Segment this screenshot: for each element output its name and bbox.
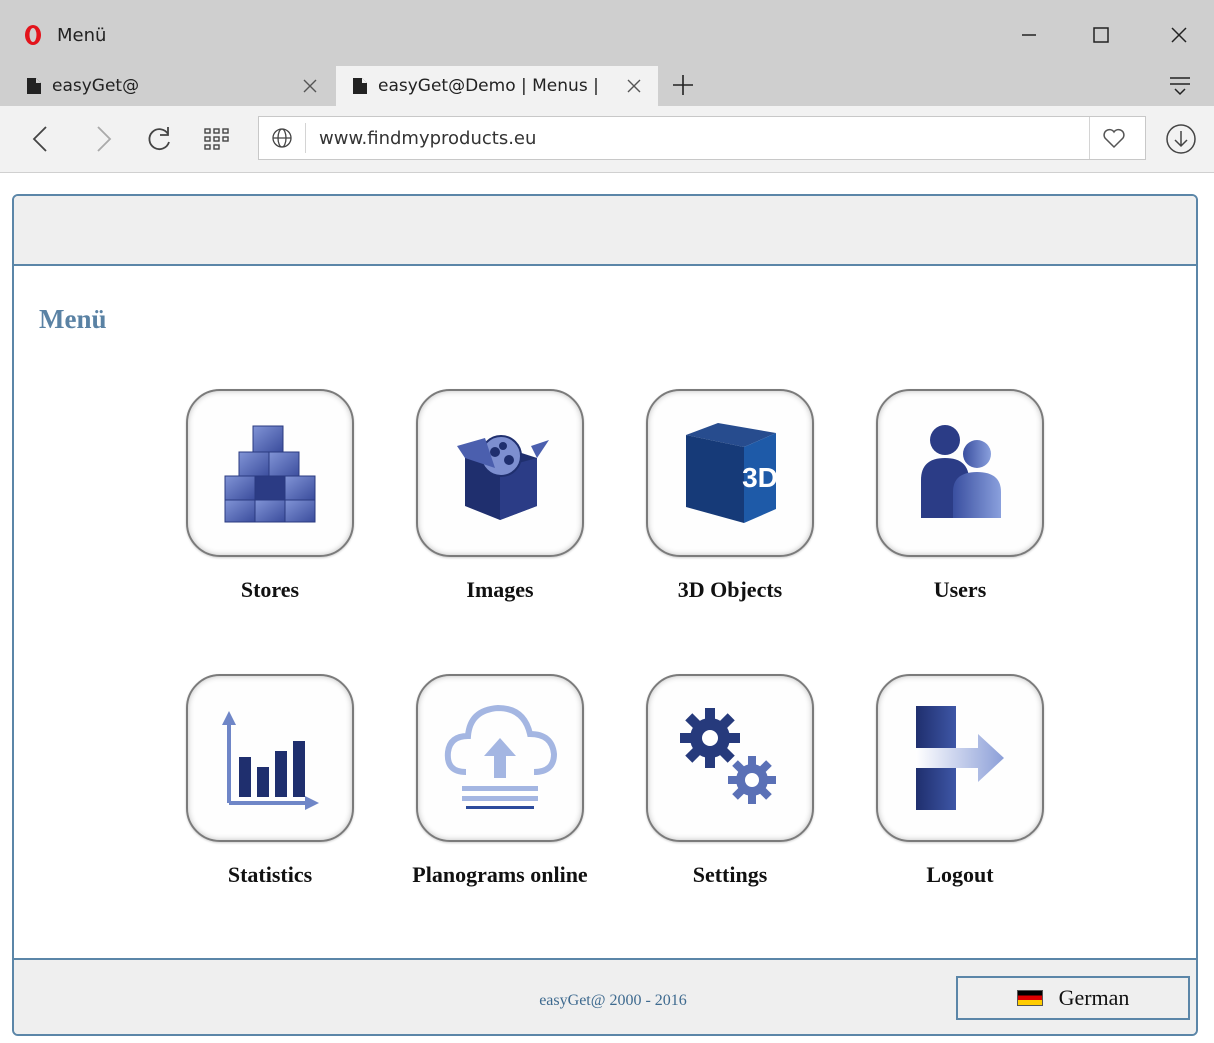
3d-text: 3D xyxy=(742,462,778,493)
logout-arrow-icon xyxy=(916,706,1004,810)
stores-boxes-icon xyxy=(224,425,316,523)
opera-logo-icon[interactable] xyxy=(24,24,42,46)
cloud-upload-icon xyxy=(444,704,558,809)
minimize-icon xyxy=(1022,34,1036,36)
maximize-button[interactable] xyxy=(1086,20,1116,50)
maximize-icon xyxy=(1093,27,1109,43)
tab-bar: easyGet@ easyGet@Demo | Menus | xyxy=(0,58,1214,106)
navigation-bar: www.findmyproducts.eu xyxy=(0,106,1214,173)
new-tab-plus-icon[interactable] xyxy=(670,72,696,98)
page-footer: easyGet@ 2000 - 2016 German xyxy=(14,958,1196,1034)
stores-tile[interactable] xyxy=(186,389,354,557)
users-label[interactable]: Users xyxy=(860,574,1060,605)
url-separator xyxy=(1089,117,1090,159)
planograms-online-tile[interactable] xyxy=(416,674,584,842)
language-button[interactable]: German xyxy=(956,976,1190,1020)
grid-icon xyxy=(204,128,229,150)
reload-button[interactable] xyxy=(142,122,176,156)
german-flag-icon xyxy=(1016,990,1043,1006)
planograms-online-label[interactable]: Planograms online xyxy=(400,859,600,890)
forward-arrow-icon xyxy=(97,126,112,152)
address-bar[interactable]: www.findmyproducts.eu xyxy=(258,116,1146,160)
forward-button[interactable] xyxy=(86,122,120,156)
window-title: Menü xyxy=(57,25,107,46)
document-icon xyxy=(27,78,41,94)
stores-label[interactable]: Stores xyxy=(170,574,370,605)
tab-close-icon[interactable] xyxy=(300,76,320,96)
back-button[interactable] xyxy=(24,122,58,156)
images-box-icon xyxy=(457,435,549,520)
url-separator xyxy=(305,123,306,153)
logout-label[interactable]: Logout xyxy=(860,859,1060,890)
tab-label: easyGet@Demo | Menus | xyxy=(378,76,599,96)
statistics-label[interactable]: Statistics xyxy=(170,859,370,890)
tab-menu-icon[interactable] xyxy=(1166,72,1194,98)
3d-objects-label[interactable]: 3D Objects xyxy=(630,574,830,605)
back-arrow-icon xyxy=(32,126,47,152)
close-icon xyxy=(1171,27,1187,43)
reload-icon xyxy=(148,127,170,151)
images-tile[interactable] xyxy=(416,389,584,557)
minimize-button[interactable] xyxy=(1014,20,1044,50)
tab-easyget-demo-menus[interactable]: easyGet@Demo | Menus | xyxy=(336,66,658,106)
logout-tile[interactable] xyxy=(876,674,1044,842)
settings-tile[interactable] xyxy=(646,674,814,842)
gears-icon xyxy=(680,708,776,804)
settings-label[interactable]: Settings xyxy=(630,859,830,890)
users-tile[interactable] xyxy=(876,389,1044,557)
url-text[interactable]: www.findmyproducts.eu xyxy=(319,128,536,149)
globe-icon xyxy=(272,128,292,148)
3d-objects-tile[interactable]: 3D xyxy=(646,389,814,557)
bookmark-heart-icon[interactable] xyxy=(1101,126,1127,150)
users-icon xyxy=(921,425,1001,518)
language-label: German xyxy=(1058,985,1130,1010)
document-icon xyxy=(353,78,367,94)
tab-label: easyGet@ xyxy=(52,76,140,96)
download-icon[interactable] xyxy=(1164,122,1198,156)
speed-dial-button[interactable] xyxy=(200,122,234,156)
statistics-tile[interactable] xyxy=(186,674,354,842)
statistics-chart-icon xyxy=(222,711,319,810)
tab-close-icon[interactable] xyxy=(624,76,644,96)
web-page: Menü Stores Images 3D 3D Objects Users S… xyxy=(12,194,1198,1036)
page-header xyxy=(14,196,1196,266)
close-window-button[interactable] xyxy=(1164,20,1194,50)
images-label[interactable]: Images xyxy=(400,574,600,605)
tab-easyget[interactable]: easyGet@ xyxy=(0,66,336,106)
3d-cube-icon: 3D xyxy=(686,423,778,523)
page-title: Menü xyxy=(39,304,107,334)
